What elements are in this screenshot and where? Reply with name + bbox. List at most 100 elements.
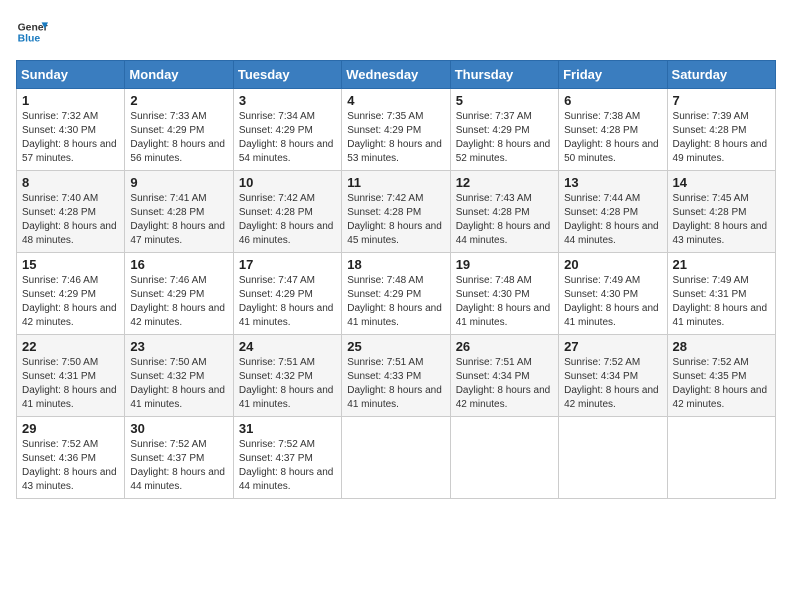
day-info: Sunrise: 7:52 AM Sunset: 4:37 PM Dayligh… [239,438,336,494]
day-info: Sunrise: 7:48 AM Sunset: 4:30 PM Dayligh… [456,274,553,330]
day-number: 3 [239,93,336,108]
day-number: 19 [456,257,553,272]
day-info: Sunrise: 7:34 AM Sunset: 4:29 PM Dayligh… [239,110,336,166]
day-info: Sunrise: 7:49 AM Sunset: 4:31 PM Dayligh… [673,274,770,330]
calendar-day-cell: 24 Sunrise: 7:51 AM Sunset: 4:32 PM Dayl… [233,335,341,417]
calendar-day-cell: 19 Sunrise: 7:48 AM Sunset: 4:30 PM Dayl… [450,253,558,335]
day-info: Sunrise: 7:33 AM Sunset: 4:29 PM Dayligh… [130,110,227,166]
calendar-day-cell: 15 Sunrise: 7:46 AM Sunset: 4:29 PM Dayl… [17,253,125,335]
calendar-day-cell: 5 Sunrise: 7:37 AM Sunset: 4:29 PM Dayli… [450,89,558,171]
day-number: 9 [130,175,227,190]
calendar-table: SundayMondayTuesdayWednesdayThursdayFrid… [16,60,776,499]
day-number: 27 [564,339,661,354]
day-info: Sunrise: 7:49 AM Sunset: 4:30 PM Dayligh… [564,274,661,330]
logo: General Blue [16,16,48,48]
calendar-day-cell: 22 Sunrise: 7:50 AM Sunset: 4:31 PM Dayl… [17,335,125,417]
calendar-day-cell: 2 Sunrise: 7:33 AM Sunset: 4:29 PM Dayli… [125,89,233,171]
day-info: Sunrise: 7:51 AM Sunset: 4:34 PM Dayligh… [456,356,553,412]
day-info: Sunrise: 7:46 AM Sunset: 4:29 PM Dayligh… [130,274,227,330]
calendar-day-cell: 27 Sunrise: 7:52 AM Sunset: 4:34 PM Dayl… [559,335,667,417]
calendar-day-cell: 17 Sunrise: 7:47 AM Sunset: 4:29 PM Dayl… [233,253,341,335]
weekday-header-friday: Friday [559,61,667,89]
calendar-week-row: 29 Sunrise: 7:52 AM Sunset: 4:36 PM Dayl… [17,417,776,499]
day-info: Sunrise: 7:51 AM Sunset: 4:33 PM Dayligh… [347,356,444,412]
day-number: 1 [22,93,119,108]
day-number: 30 [130,421,227,436]
day-info: Sunrise: 7:46 AM Sunset: 4:29 PM Dayligh… [22,274,119,330]
day-info: Sunrise: 7:50 AM Sunset: 4:32 PM Dayligh… [130,356,227,412]
calendar-day-cell: 28 Sunrise: 7:52 AM Sunset: 4:35 PM Dayl… [667,335,775,417]
day-number: 17 [239,257,336,272]
calendar-day-cell: 21 Sunrise: 7:49 AM Sunset: 4:31 PM Dayl… [667,253,775,335]
day-info: Sunrise: 7:38 AM Sunset: 4:28 PM Dayligh… [564,110,661,166]
day-info: Sunrise: 7:52 AM Sunset: 4:34 PM Dayligh… [564,356,661,412]
weekday-header-thursday: Thursday [450,61,558,89]
weekday-header-saturday: Saturday [667,61,775,89]
calendar-day-cell: 3 Sunrise: 7:34 AM Sunset: 4:29 PM Dayli… [233,89,341,171]
calendar-day-cell: 10 Sunrise: 7:42 AM Sunset: 4:28 PM Dayl… [233,171,341,253]
calendar-week-row: 8 Sunrise: 7:40 AM Sunset: 4:28 PM Dayli… [17,171,776,253]
calendar-day-cell: 9 Sunrise: 7:41 AM Sunset: 4:28 PM Dayli… [125,171,233,253]
calendar-day-cell [342,417,450,499]
calendar-day-cell: 29 Sunrise: 7:52 AM Sunset: 4:36 PM Dayl… [17,417,125,499]
day-number: 26 [456,339,553,354]
calendar-day-cell: 25 Sunrise: 7:51 AM Sunset: 4:33 PM Dayl… [342,335,450,417]
calendar-day-cell: 18 Sunrise: 7:48 AM Sunset: 4:29 PM Dayl… [342,253,450,335]
day-number: 23 [130,339,227,354]
calendar-day-cell [667,417,775,499]
day-info: Sunrise: 7:43 AM Sunset: 4:28 PM Dayligh… [456,192,553,248]
day-info: Sunrise: 7:45 AM Sunset: 4:28 PM Dayligh… [673,192,770,248]
day-number: 29 [22,421,119,436]
day-info: Sunrise: 7:48 AM Sunset: 4:29 PM Dayligh… [347,274,444,330]
day-number: 7 [673,93,770,108]
day-info: Sunrise: 7:50 AM Sunset: 4:31 PM Dayligh… [22,356,119,412]
day-number: 25 [347,339,444,354]
day-info: Sunrise: 7:47 AM Sunset: 4:29 PM Dayligh… [239,274,336,330]
calendar-day-cell: 13 Sunrise: 7:44 AM Sunset: 4:28 PM Dayl… [559,171,667,253]
calendar-day-cell: 31 Sunrise: 7:52 AM Sunset: 4:37 PM Dayl… [233,417,341,499]
day-number: 5 [456,93,553,108]
svg-text:Blue: Blue [18,34,41,45]
day-number: 11 [347,175,444,190]
page-header: General Blue [16,16,776,48]
day-number: 20 [564,257,661,272]
day-info: Sunrise: 7:44 AM Sunset: 4:28 PM Dayligh… [564,192,661,248]
day-number: 6 [564,93,661,108]
calendar-day-cell: 7 Sunrise: 7:39 AM Sunset: 4:28 PM Dayli… [667,89,775,171]
day-number: 18 [347,257,444,272]
day-number: 16 [130,257,227,272]
day-number: 31 [239,421,336,436]
calendar-day-cell: 12 Sunrise: 7:43 AM Sunset: 4:28 PM Dayl… [450,171,558,253]
day-number: 15 [22,257,119,272]
calendar-day-cell: 11 Sunrise: 7:42 AM Sunset: 4:28 PM Dayl… [342,171,450,253]
calendar-header-row: SundayMondayTuesdayWednesdayThursdayFrid… [17,61,776,89]
day-number: 22 [22,339,119,354]
day-number: 13 [564,175,661,190]
calendar-week-row: 22 Sunrise: 7:50 AM Sunset: 4:31 PM Dayl… [17,335,776,417]
day-info: Sunrise: 7:41 AM Sunset: 4:28 PM Dayligh… [130,192,227,248]
calendar-day-cell: 23 Sunrise: 7:50 AM Sunset: 4:32 PM Dayl… [125,335,233,417]
day-number: 4 [347,93,444,108]
calendar-day-cell: 14 Sunrise: 7:45 AM Sunset: 4:28 PM Dayl… [667,171,775,253]
weekday-header-monday: Monday [125,61,233,89]
day-info: Sunrise: 7:52 AM Sunset: 4:35 PM Dayligh… [673,356,770,412]
day-number: 10 [239,175,336,190]
day-number: 24 [239,339,336,354]
day-info: Sunrise: 7:32 AM Sunset: 4:30 PM Dayligh… [22,110,119,166]
day-info: Sunrise: 7:42 AM Sunset: 4:28 PM Dayligh… [239,192,336,248]
calendar-day-cell: 4 Sunrise: 7:35 AM Sunset: 4:29 PM Dayli… [342,89,450,171]
day-info: Sunrise: 7:42 AM Sunset: 4:28 PM Dayligh… [347,192,444,248]
day-info: Sunrise: 7:52 AM Sunset: 4:36 PM Dayligh… [22,438,119,494]
day-info: Sunrise: 7:37 AM Sunset: 4:29 PM Dayligh… [456,110,553,166]
day-number: 28 [673,339,770,354]
calendar-day-cell: 1 Sunrise: 7:32 AM Sunset: 4:30 PM Dayli… [17,89,125,171]
calendar-week-row: 15 Sunrise: 7:46 AM Sunset: 4:29 PM Dayl… [17,253,776,335]
day-number: 8 [22,175,119,190]
day-info: Sunrise: 7:39 AM Sunset: 4:28 PM Dayligh… [673,110,770,166]
day-number: 21 [673,257,770,272]
day-info: Sunrise: 7:35 AM Sunset: 4:29 PM Dayligh… [347,110,444,166]
logo-icon: General Blue [16,16,48,48]
day-info: Sunrise: 7:40 AM Sunset: 4:28 PM Dayligh… [22,192,119,248]
calendar-day-cell: 8 Sunrise: 7:40 AM Sunset: 4:28 PM Dayli… [17,171,125,253]
day-info: Sunrise: 7:51 AM Sunset: 4:32 PM Dayligh… [239,356,336,412]
